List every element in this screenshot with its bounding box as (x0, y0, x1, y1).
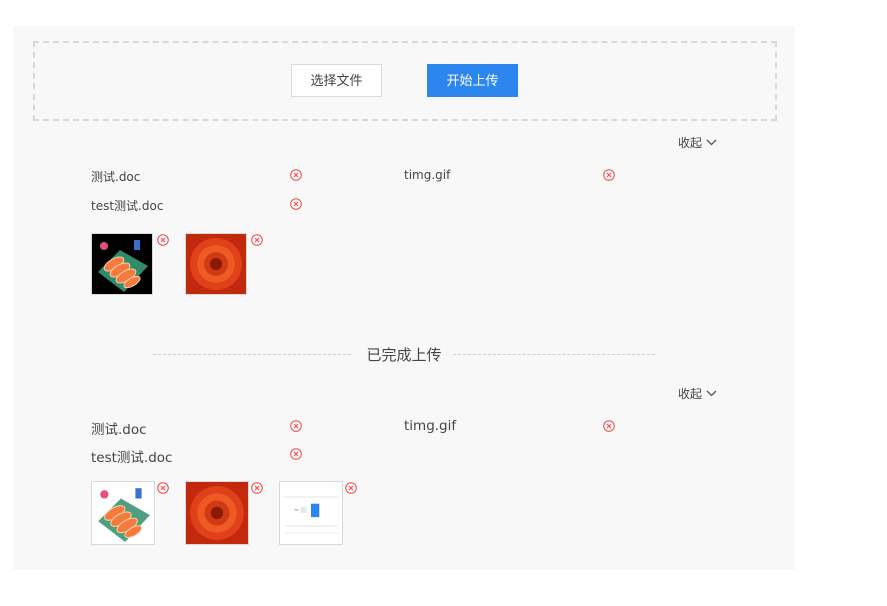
pending-collapse-toggle[interactable]: 收起 (678, 134, 717, 151)
divider-label: 已完成上传 (366, 346, 442, 364)
image-thumbnail[interactable] (185, 481, 249, 545)
close-circle-icon[interactable] (290, 169, 302, 181)
collapse-label: 收起 (677, 387, 702, 401)
pending-file-name: timg.gif (404, 168, 451, 182)
upload-panel: 选择文件 开始上传 收起 测试.doc timg.gif test测试.doc (13, 26, 795, 570)
completed-collapse-toggle[interactable]: 收起 (678, 385, 717, 402)
select-file-button[interactable]: 选择文件 (291, 64, 382, 97)
close-circle-icon[interactable] (251, 234, 263, 246)
upload-dropzone[interactable]: 选择文件 开始上传 (33, 41, 777, 121)
close-circle-icon[interactable] (603, 169, 615, 181)
chevron-down-icon (706, 390, 717, 397)
chevron-down-icon (706, 139, 717, 146)
image-thumbnail[interactable] (279, 481, 343, 545)
close-circle-icon[interactable] (157, 234, 169, 246)
start-upload-button[interactable]: 开始上传 (427, 64, 518, 97)
close-circle-icon[interactable] (251, 482, 263, 494)
close-circle-icon[interactable] (345, 482, 357, 494)
completed-file-name: 测试.doc (91, 422, 147, 438)
close-circle-icon[interactable] (290, 420, 302, 432)
completed-file-name: timg.gif (404, 418, 457, 434)
collapse-label: 收起 (677, 136, 702, 150)
close-circle-icon[interactable] (157, 482, 169, 494)
pending-file-name: test测试.doc (91, 199, 164, 213)
close-circle-icon[interactable] (603, 420, 615, 432)
image-thumbnail[interactable] (91, 233, 153, 295)
close-circle-icon[interactable] (290, 448, 302, 460)
image-thumbnail[interactable] (91, 481, 155, 545)
image-thumbnail[interactable] (185, 233, 247, 295)
close-circle-icon[interactable] (290, 198, 302, 210)
completed-divider: 已完成上传 (153, 344, 655, 364)
completed-file-name: test测试.doc (91, 450, 173, 466)
pending-file-name: 测试.doc (91, 170, 141, 184)
